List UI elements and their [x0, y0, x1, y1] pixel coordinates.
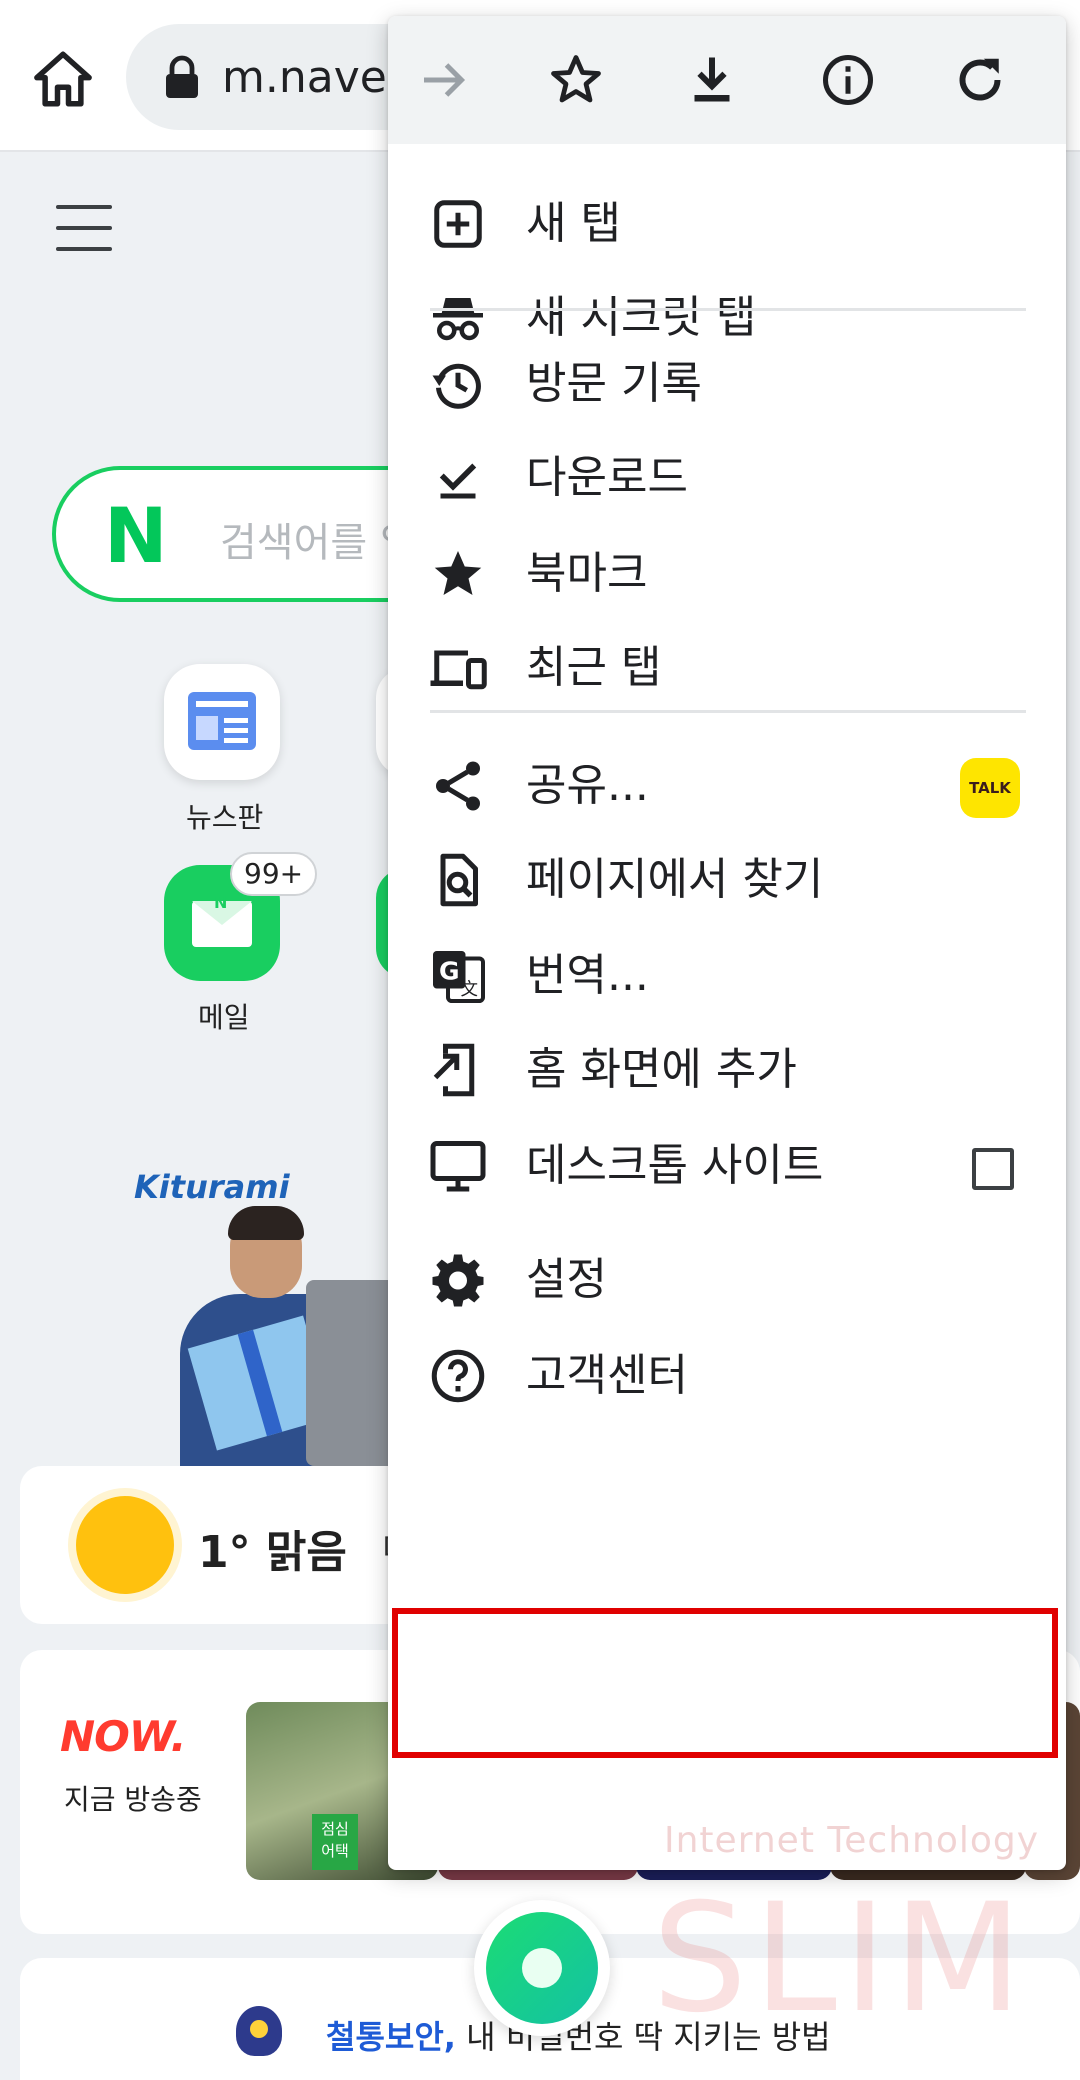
notice-highlight: 철통보안,	[326, 2018, 456, 2056]
reload-icon[interactable]	[950, 50, 1010, 110]
menu-item-label: 홈 화면에 추가	[526, 1044, 797, 1095]
ad-product-image	[306, 1280, 396, 1466]
now-logo: NOW.	[60, 1712, 186, 1761]
watermark-subtitle: Internet Technology	[664, 1820, 1040, 1861]
sunny-icon	[76, 1496, 174, 1594]
menu-item-label: 최근 탭	[526, 642, 662, 693]
history-icon	[428, 354, 488, 414]
devices-icon	[428, 638, 488, 698]
download-icon[interactable]	[682, 50, 742, 110]
gear-icon	[428, 1250, 488, 1310]
weather-card[interactable]: 1° 맑음 미세	[20, 1466, 441, 1624]
ad-brand-logo: Kiturami	[134, 1168, 290, 1206]
star-icon	[428, 544, 488, 604]
menu-item-label: 다운로드	[526, 452, 688, 503]
menu-item-label: 페이지에서 찾기	[526, 854, 824, 905]
weather-temperature: 1° 맑음	[198, 1527, 347, 1578]
watermark-logo: SLIM	[652, 1872, 1029, 2046]
naver-logo-icon: N	[104, 491, 168, 580]
menu-item-label: 공유...	[526, 760, 649, 811]
svg-text:文: 文	[461, 980, 479, 1000]
page-menu-icon[interactable]	[56, 205, 112, 251]
home-icon[interactable]	[30, 46, 96, 112]
menu-item-label: 고객센터	[526, 1350, 688, 1401]
menu-action-bar	[388, 16, 1066, 144]
menu-item-label: 새 탭	[526, 198, 621, 249]
bookmark-star-icon[interactable]	[546, 50, 606, 110]
menu-item-label: 번역...	[526, 950, 649, 1001]
browser-overflow-menu: 새 탭 새 시크릿 탭 방문 기록 다운로드 북마크 최근 탭 공유... TA…	[388, 16, 1066, 1870]
desktop-site-checkbox[interactable]	[972, 1148, 1014, 1190]
menu-item-label: 북마크	[526, 548, 648, 599]
menu-item-label: 설정	[526, 1254, 607, 1305]
monitor-icon	[428, 1136, 488, 1196]
share-icon	[428, 756, 488, 816]
green-dot-fab[interactable]	[474, 1900, 610, 2036]
menu-item-label: 데스크톱 사이트	[526, 1140, 824, 1191]
mail-label: 메일	[198, 1001, 250, 1034]
menu-divider	[430, 308, 1026, 311]
mail-n-mark: N	[214, 893, 228, 912]
add-to-home-icon	[428, 1040, 488, 1100]
mascot-icon	[236, 2006, 282, 2056]
find-in-page-icon	[428, 850, 488, 910]
newsstand-app-icon[interactable]	[164, 664, 280, 780]
menu-divider	[430, 710, 1026, 713]
kakaotalk-share-icon[interactable]: TALK	[960, 758, 1020, 818]
menu-item-desktop-site[interactable]: 데스크톱 사이트	[388, 1104, 1066, 1228]
help-icon	[428, 1346, 488, 1406]
page-info-icon[interactable]	[818, 50, 878, 110]
thumbnail-tag: 점심 어택	[312, 1814, 358, 1870]
lock-icon	[162, 54, 202, 100]
download-done-icon	[428, 448, 488, 508]
settings-highlight-box	[392, 1608, 1058, 1758]
translate-icon: G文	[428, 946, 488, 1006]
menu-item-label: 방문 기록	[526, 358, 702, 409]
forward-icon[interactable]	[414, 50, 474, 110]
newsstand-label: 뉴스판	[186, 801, 264, 834]
url-text: m.naver.	[222, 52, 415, 103]
mail-count-badge: 99+	[230, 852, 318, 896]
now-subtitle: 지금 방송중	[64, 1783, 202, 1816]
svg-text:G: G	[439, 957, 460, 986]
new-tab-icon	[428, 194, 488, 254]
menu-item-help[interactable]: 고객센터	[388, 1314, 1066, 1438]
